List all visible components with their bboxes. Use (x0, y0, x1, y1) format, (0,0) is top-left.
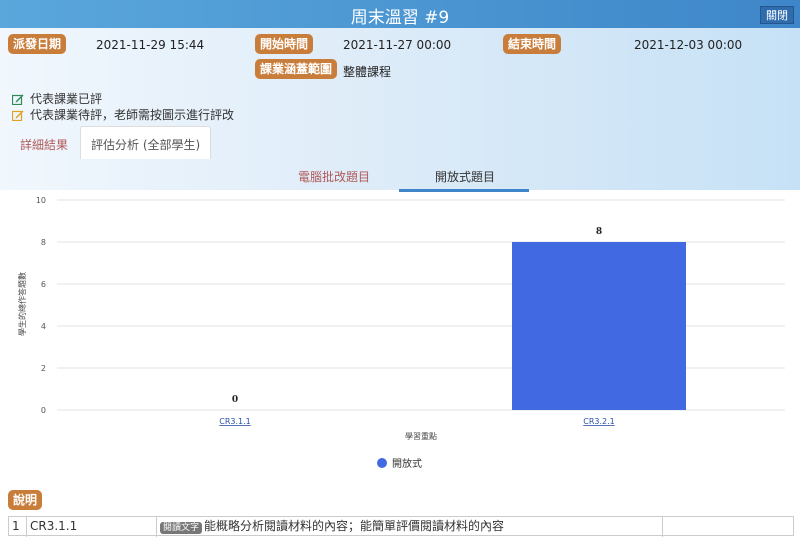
end-time-label: 結束時間 (503, 34, 562, 54)
graded-note-text: 代表課業已評 (30, 92, 103, 106)
subtab-open-ended[interactable]: 開放式題目 (435, 168, 495, 185)
pending-note: 代表課業待評，老師需按圖示進行評改 (12, 106, 234, 123)
start-time-label: 開始時間 (255, 34, 314, 54)
x-tick-label[interactable]: CR3.2.1 (583, 417, 615, 426)
row-extra (663, 517, 793, 537)
pending-note-text: 代表課業待評，老師需按圖示進行評改 (30, 108, 235, 122)
x-axis-ticks: CR3.1.1 CR3.2.1 (219, 417, 615, 426)
page-title: 周末溫習 #9 (350, 8, 450, 28)
scope-label: 課業涵蓋範圍 (255, 59, 338, 79)
graded-note: 代表課業已評 (12, 90, 102, 107)
bar-chart: 0246810 08 CR3.1.1 CR3.2.1 學生的總作答題數 學習重點 … (17, 196, 785, 470)
tab-analysis[interactable]: 評估分析 (全部學生) (80, 126, 212, 159)
row-text: 能概略分析閱讀材料的內容；能簡單評價閱讀材料的內容 (204, 519, 505, 533)
tab-details[interactable]: 詳細結果 (20, 136, 68, 153)
description-label: 說明 (8, 490, 43, 510)
legend-marker (377, 458, 387, 468)
close-button[interactable]: 關閉 (760, 6, 794, 24)
row-text-cell: 閱讀文字 能概略分析閱讀材料的內容；能簡單評價閱讀材料的內容 (157, 517, 663, 537)
assign-date-value: 2021-11-29 15:44 (96, 38, 205, 52)
chart-bars (512, 242, 686, 410)
subtab-auto-graded[interactable]: 電腦批改題目 (298, 168, 370, 185)
edit-pending-icon (12, 110, 24, 121)
y-tick-label: 4 (41, 322, 46, 331)
legend-label: 開放式 (392, 457, 422, 470)
x-axis-label: 學習重點 (405, 431, 437, 441)
end-time-value: 2021-12-03 00:00 (634, 38, 743, 52)
row-tag: 閱讀文字 (160, 522, 203, 534)
row-index: 1 (9, 517, 27, 537)
start-time-value: 2021-11-27 00:00 (343, 38, 452, 52)
bar-data-label: 8 (596, 227, 602, 237)
y-tick-label: 0 (41, 406, 46, 415)
description-table: 1 CR3.1.1 閱讀文字 能概略分析閱讀材料的內容；能簡單評價閱讀材料的內容 (8, 516, 794, 537)
assign-date-label: 派發日期 (8, 34, 67, 54)
row-code: CR3.1.1 (27, 517, 157, 537)
scope-value: 整體課程 (343, 65, 392, 79)
x-tick-label[interactable]: CR3.1.1 (219, 417, 251, 426)
edit-graded-icon (12, 94, 24, 105)
bar (512, 242, 686, 410)
chart-legend: 開放式 (377, 457, 422, 470)
title-bar: 周末溫習 #9 關閉 (0, 0, 800, 28)
y-axis-label: 學生的總作答題數 (17, 272, 27, 336)
y-tick-label: 2 (41, 364, 46, 373)
y-tick-label: 6 (41, 280, 46, 289)
y-tick-label: 8 (41, 238, 46, 247)
y-axis-ticks: 0 2 4 6 8 10 (36, 196, 46, 415)
y-tick-label: 10 (36, 196, 46, 205)
bar-data-label: 0 (232, 395, 238, 405)
